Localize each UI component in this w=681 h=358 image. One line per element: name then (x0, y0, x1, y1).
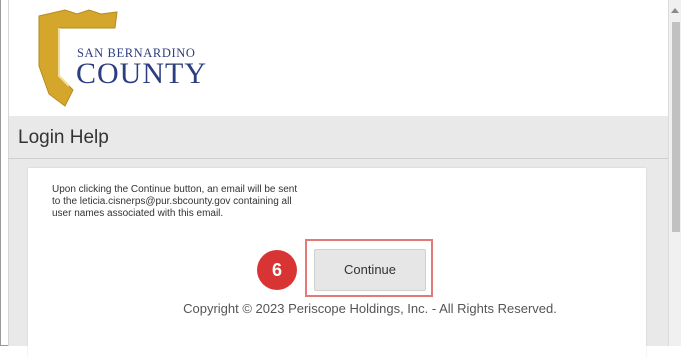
scroll-up-arrow-icon[interactable] (671, 8, 679, 13)
page-header: SAN BERNARDINO COUNTY (8, 0, 669, 116)
scrollbar-thumb[interactable] (672, 22, 680, 232)
info-message-line: Upon clicking the Continue button, an em… (52, 184, 298, 195)
copyright-text: Copyright © 2023 Periscope Holdings, Inc… (183, 301, 557, 316)
vertical-scrollbar[interactable] (668, 0, 681, 346)
divider (8, 158, 668, 159)
step-number-badge: 6 (257, 250, 297, 290)
info-message: Upon clicking the Continue button, an em… (52, 184, 372, 220)
logo-title-line-2: COUNTY (76, 57, 207, 90)
info-message-line: user names associated with this email. (52, 208, 224, 219)
continue-button[interactable]: Continue (314, 249, 426, 291)
page-title: Login Help (18, 127, 109, 148)
info-message-line: to the leticia.cisnerps@pur.sbcounty.gov… (52, 196, 292, 207)
county-logo: SAN BERNARDINO COUNTY (25, 6, 207, 110)
